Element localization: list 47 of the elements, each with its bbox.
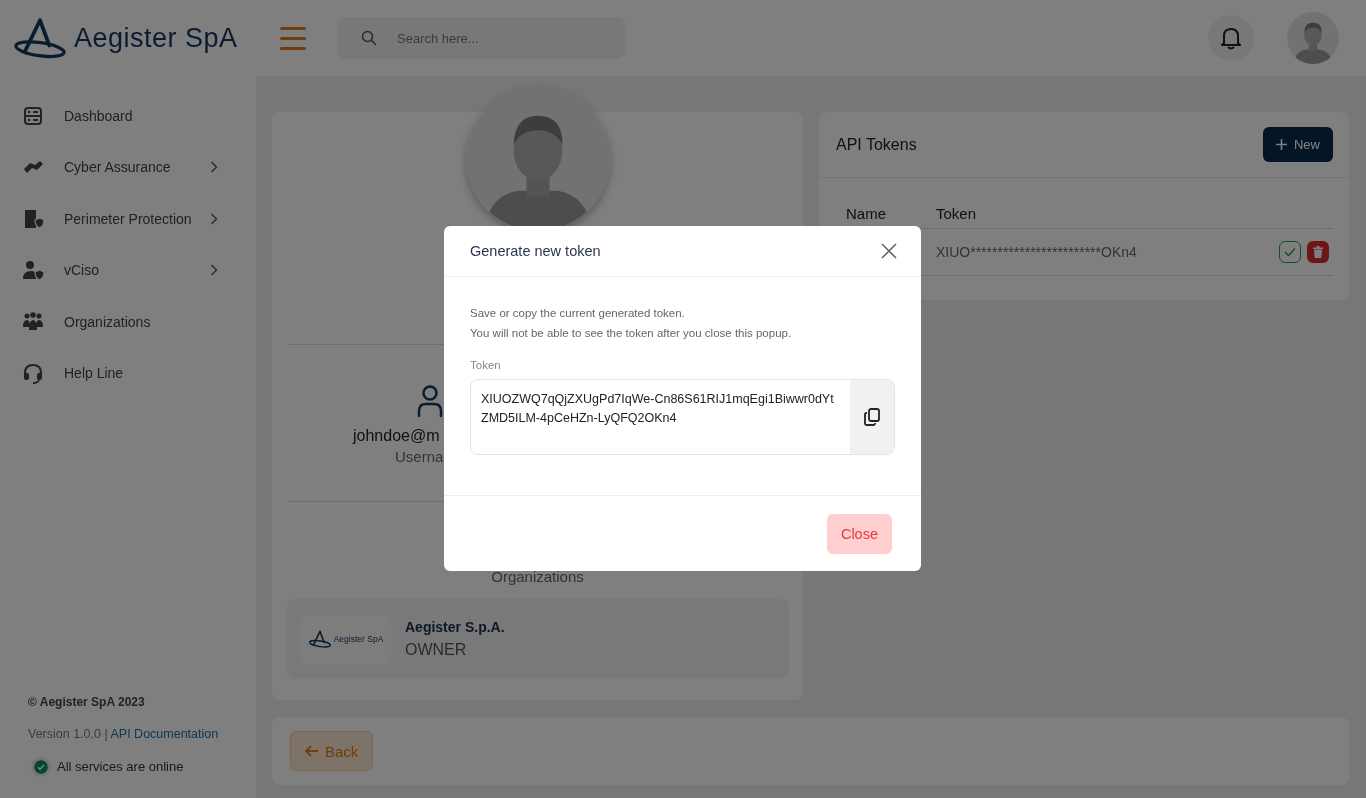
logo-icon — [307, 630, 332, 648]
confirm-button[interactable] — [1279, 241, 1301, 263]
server-icon — [22, 104, 44, 127]
people-icon — [22, 310, 44, 333]
arrow-left-icon — [305, 745, 319, 757]
table-cell-text: XIUO************************OKn4 — [936, 244, 1138, 260]
column-header: Token — [936, 204, 977, 222]
user-shield-icon — [22, 259, 44, 282]
organization-role: OWNER — [405, 641, 468, 659]
modal-title: Generate new token — [470, 243, 601, 259]
bell-icon — [1220, 26, 1242, 50]
building-shield-icon — [22, 207, 44, 230]
sidebar-item[interactable]: vCiso — [22, 244, 222, 296]
sidebar-item[interactable]: Cyber Assurance — [22, 141, 222, 193]
version-text: Version 1.0.0 | — [28, 727, 108, 741]
sidebar-item[interactable]: Perimeter Protection — [22, 193, 222, 245]
instruction-text: You will not be able to see the token after you close this popup. — [470, 325, 793, 341]
search-field[interactable]: Search here... — [337, 17, 625, 59]
sidebar-item[interactable]: Dashboard — [22, 90, 222, 142]
sidebar-item[interactable]: Organizations — [22, 296, 222, 348]
field-label: Token — [470, 359, 502, 371]
api-documentation-link[interactable]: API Documentation — [110, 727, 219, 741]
column-header: Name — [846, 204, 887, 222]
menu-icon[interactable] — [280, 26, 306, 50]
status-text: All services are online — [57, 759, 184, 774]
copyright-text: © Aegister SpA 2023 — [28, 695, 146, 709]
close-button[interactable]: Close — [826, 513, 892, 554]
brand-name: Aegister SpA — [74, 22, 238, 54]
user-icon — [417, 385, 443, 417]
organization-name: Aegister S.p.A. — [405, 619, 505, 635]
avatar[interactable] — [1287, 12, 1339, 64]
trash-icon — [1313, 246, 1323, 258]
card-title: API Tokens — [836, 135, 917, 154]
check-icon — [1284, 247, 1296, 257]
plus-icon — [1276, 139, 1287, 150]
close-icon[interactable] — [881, 243, 897, 259]
sidebar-item[interactable]: Help Line — [22, 347, 222, 399]
email-caption: Userna — [395, 448, 444, 465]
headset-icon — [22, 362, 44, 385]
logo-text: Aegister SpA — [333, 634, 384, 644]
user-email: johndoe@m — [353, 427, 440, 445]
logo-icon — [12, 17, 68, 59]
instruction-text: Save or copy the current generated token. — [470, 306, 686, 321]
new-button[interactable]: New — [1263, 127, 1333, 162]
notification-button[interactable] — [1208, 15, 1254, 61]
delete-button[interactable] — [1307, 241, 1329, 263]
organizations-heading: Organizations — [491, 568, 584, 585]
